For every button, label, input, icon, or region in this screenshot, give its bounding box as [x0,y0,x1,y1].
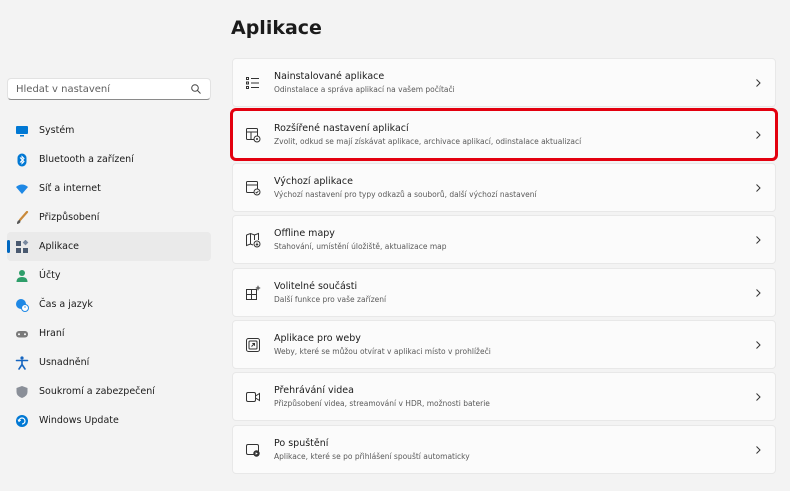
person-icon [15,269,29,283]
card-text: Aplikace pro weby Weby, které se můžou o… [274,333,491,356]
settings-card-advanced-app-settings[interactable]: Rozšířené nastavení aplikací Zvolit, odk… [230,108,778,162]
settings-card-optional-features[interactable]: Volitelné součásti Další funkce pro vaše… [232,267,776,317]
sidebar-item-label: Účty [39,270,61,281]
settings-card-offline-maps[interactable]: Offline mapy Stahování, umístění úložišt… [232,215,776,265]
globe-clock-icon [15,298,29,312]
app-settings-icon [246,128,261,143]
sidebar-item-label: Hraní [39,328,65,339]
card-subtitle: Weby, které se můžou otvírat v aplikaci … [274,346,491,356]
sidebar-item-bluetooth[interactable]: Bluetooth a zařízení [7,145,211,174]
card-subtitle: Přizpůsobení videa, streamování v HDR, m… [274,399,490,409]
settings-card-video-playback[interactable]: Přehrávání videa Přizpůsobení videa, str… [232,372,776,422]
sidebar-nav: Systém Bluetooth a zařízení Síť a intern… [7,116,211,435]
monitor-icon [15,124,29,138]
sidebar-item-label: Síť a internet [39,183,101,194]
card-title: Aplikace pro weby [274,332,361,344]
sidebar-item-gaming[interactable]: Hraní [7,319,211,348]
default-apps-icon [246,180,261,196]
card-title: Nainstalované aplikace [274,71,385,82]
card-title: Výchozí aplikace [274,175,353,187]
card-text: Výchozí aplikace Výchozí nastavení pro t… [274,176,537,199]
sidebar-item-label: Soukromí a zabezpečení [39,386,155,397]
sidebar-item-time-language[interactable]: Čas a jazyk [7,290,211,319]
settings-card-startup[interactable]: Po spuštění Aplikace, které se po přihlá… [232,424,776,474]
update-icon [15,414,29,428]
startup-icon [246,443,260,457]
sidebar-item-privacy[interactable]: Soukromí a zabezpečení [7,377,211,406]
sidebar-item-system[interactable]: Systém [7,116,211,145]
card-text: Po spuštění Aplikace, které se po přihlá… [274,438,470,461]
chevron-right-icon [756,393,761,402]
sidebar-item-label: Aplikace [39,241,80,252]
video-icon [246,392,260,403]
card-subtitle: Odinstalace a správa aplikací na vašem p… [274,85,455,94]
settings-card-apps-for-websites[interactable]: Aplikace pro weby Weby, které se můžou o… [232,319,776,369]
sidebar: Hledat v nastavení Systém Bluetooth a za… [0,0,218,491]
card-subtitle: Výchozí nastavení pro typy odkazů a soub… [274,189,537,199]
chevron-right-icon [756,288,761,297]
sidebar-item-apps[interactable]: Aplikace [7,232,211,261]
card-text: Přehrávání videa Přizpůsobení videa, str… [274,385,490,408]
card-subtitle: Zvolit, odkud se mají získávat aplikace,… [274,137,582,147]
sidebar-item-label: Přizpůsobení [39,212,100,223]
sidebar-item-label: Systém [39,125,75,136]
sidebar-item-personalization[interactable]: Přizpůsobení [7,203,211,232]
shield-icon [15,385,29,399]
settings-card-installed-apps[interactable]: Nainstalované aplikace Odinstalace a spr… [232,58,776,107]
settings-list: Nainstalované aplikace Odinstalace a spr… [230,58,778,477]
card-text: Volitelné součásti Další funkce pro vaše… [274,281,386,304]
sidebar-item-network[interactable]: Síť a internet [7,174,211,203]
card-subtitle: Aplikace, které se po přihlášení spouští… [274,451,470,461]
card-title: Volitelné součásti [274,280,358,292]
open-in-app-icon [246,337,260,352]
chevron-right-icon [756,236,761,245]
card-text: Offline mapy Stahování, umístění úložišt… [274,228,447,251]
sidebar-item-accessibility[interactable]: Usnadnění [7,348,211,377]
wifi-icon [15,182,29,196]
chevron-right-icon [756,183,761,192]
search-input[interactable]: Hledat v nastavení [16,84,190,95]
sidebar-item-label: Čas a jazyk [39,299,93,310]
card-subtitle: Další funkce pro vaše zařízení [274,294,387,304]
card-title: Rozšířené nastavení aplikací [274,123,409,135]
settings-card-default-apps[interactable]: Výchozí aplikace Výchozí nastavení pro t… [232,162,776,212]
sidebar-item-accounts[interactable]: Účty [7,261,211,290]
gamepad-icon [15,327,29,341]
apps-icon [15,239,29,254]
chevron-right-icon [756,79,761,87]
bluetooth-icon [15,153,29,167]
sidebar-item-label: Bluetooth a zařízení [39,154,134,165]
sidebar-item-windows-update[interactable]: Windows Update [7,406,211,435]
card-text: Nainstalované aplikace Odinstalace a spr… [274,71,455,94]
list-icon [246,77,259,89]
search-box[interactable]: Hledat v nastavení [7,78,211,100]
accessibility-icon [15,355,29,370]
sidebar-item-label: Windows Update [39,415,119,426]
card-title: Přehrávání videa [274,385,354,397]
chevron-right-icon [756,445,761,454]
card-text: Rozšířené nastavení aplikací Zvolit, odk… [274,123,581,146]
chevron-right-icon [756,341,761,349]
search-icon[interactable] [190,83,202,95]
add-feature-icon [246,285,261,300]
sidebar-item-label: Usnadnění [39,357,90,368]
card-subtitle: Stahování, umístění úložiště, aktualizac… [274,242,447,252]
card-title: Po spuštění [274,437,329,449]
brush-icon [15,210,29,225]
map-icon [246,232,261,248]
page-title: Aplikace [231,17,322,39]
card-title: Offline mapy [274,228,335,240]
chevron-right-icon [756,131,761,140]
